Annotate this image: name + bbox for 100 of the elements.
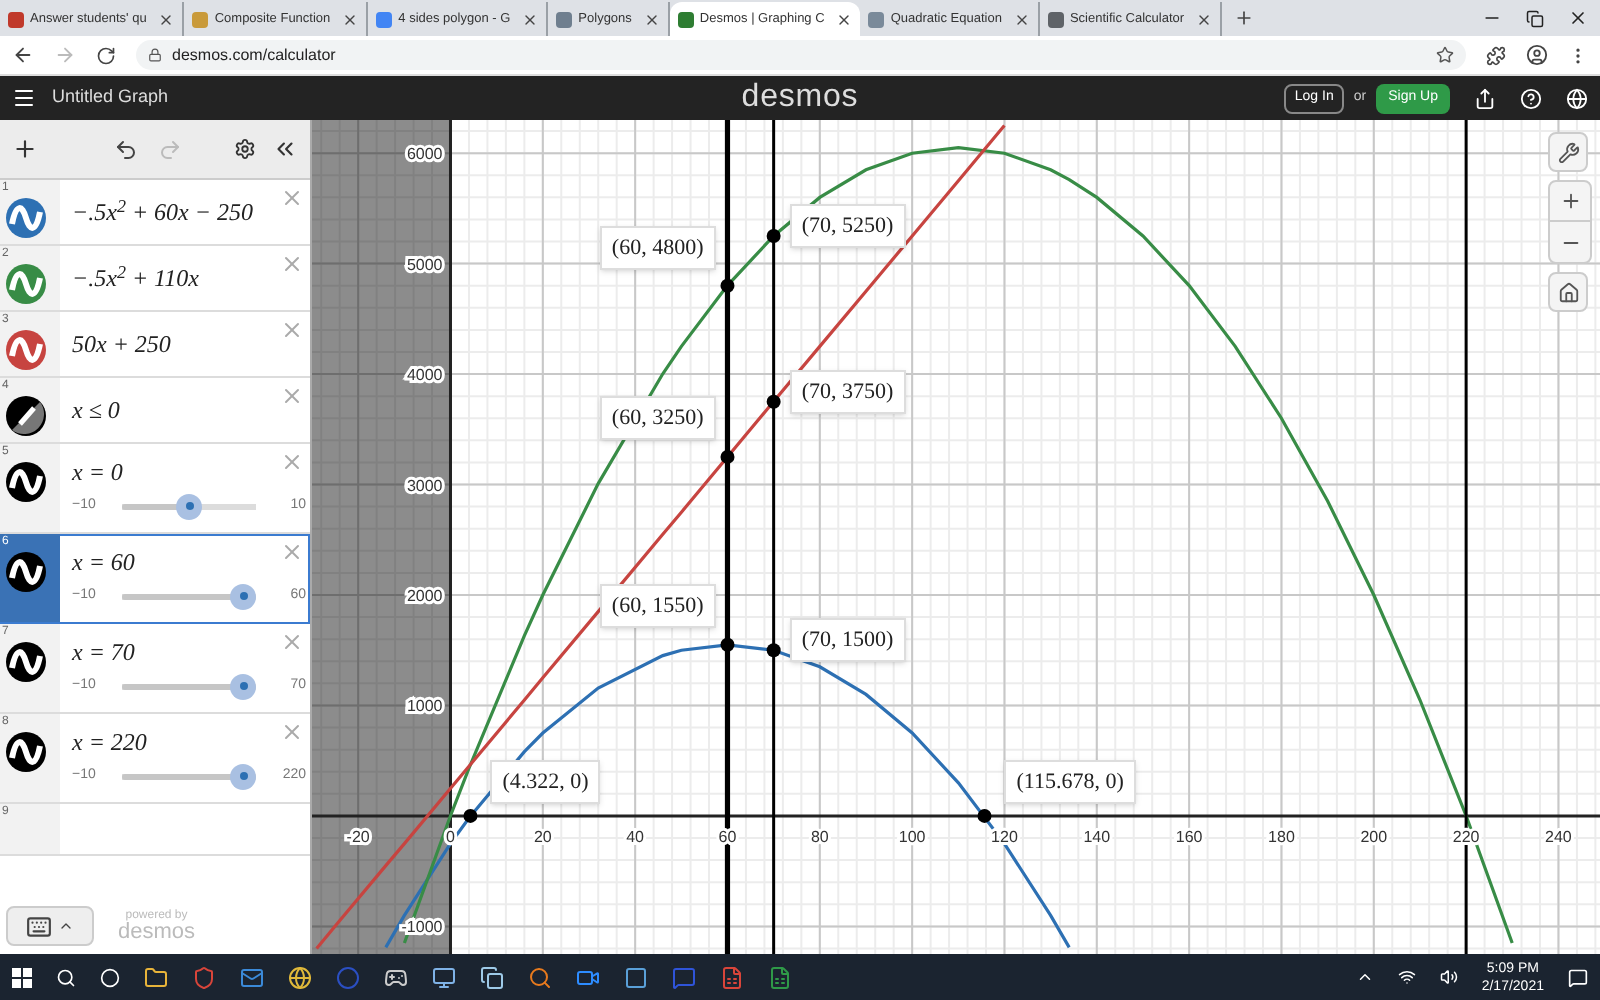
- close-icon[interactable]: [1196, 11, 1213, 27]
- point-marker[interactable]: [720, 637, 735, 652]
- undo-icon[interactable]: [114, 137, 138, 161]
- axis-tick-label: 140: [1083, 827, 1111, 846]
- copy-icon[interactable]: [480, 965, 504, 989]
- lock-icon: [148, 48, 162, 62]
- close-icon[interactable]: [522, 11, 539, 27]
- home-button[interactable]: [1548, 272, 1588, 312]
- keyboard-button[interactable]: [6, 906, 94, 946]
- close-icon[interactable]: [836, 11, 853, 27]
- expression-input[interactable]: x = 70: [72, 637, 135, 665]
- slider-thumb[interactable]: [230, 763, 256, 789]
- windows-logo-icon[interactable]: [12, 967, 32, 987]
- axis-tick-label: 240: [1545, 827, 1572, 846]
- close-icon[interactable]: [1568, 8, 1588, 28]
- point-marker[interactable]: [720, 278, 735, 293]
- volume-icon[interactable]: [1439, 968, 1458, 986]
- inequality-style-icon[interactable]: [4, 394, 48, 438]
- back-icon[interactable]: [12, 44, 34, 66]
- wave-style-icon[interactable]: [4, 550, 48, 594]
- search-icon[interactable]: [56, 967, 76, 987]
- task-view-icon[interactable]: [100, 967, 120, 987]
- axis-tick-label: 3000: [406, 476, 443, 495]
- shield-icon[interactable]: [192, 965, 216, 989]
- wave-style-icon[interactable]: [4, 730, 48, 774]
- axis-tick-label: 6000: [406, 145, 443, 164]
- profile-icon[interactable]: [1526, 44, 1548, 66]
- point-marker[interactable]: [766, 643, 781, 658]
- axis-tick-label: 4000: [406, 366, 443, 385]
- desmos-logo: desmos: [741, 78, 859, 118]
- axis-tick-label: 40: [626, 827, 645, 846]
- point-label: (60, 4800): [599, 225, 716, 270]
- address-bar[interactable]: desmos.com/calculator: [136, 40, 1466, 70]
- axis-tick-label: 100: [898, 827, 926, 846]
- globe-icon[interactable]: [288, 965, 312, 989]
- point-label: (4.322, 0): [490, 759, 601, 804]
- chevron-up-icon[interactable]: [1355, 968, 1374, 986]
- mail-icon[interactable]: [240, 965, 264, 989]
- point-label: (60, 1550): [599, 584, 716, 629]
- video-icon[interactable]: [576, 965, 600, 989]
- wrench-icon: [1557, 141, 1579, 163]
- monitor-icon[interactable]: [432, 965, 456, 989]
- help-icon[interactable]: [1520, 87, 1542, 109]
- point-marker[interactable]: [766, 394, 781, 409]
- home-icon: [1557, 281, 1579, 303]
- point-label: (115.678, 0): [1004, 759, 1136, 804]
- point-label: (70, 5250): [789, 203, 906, 248]
- point-marker[interactable]: [720, 449, 735, 464]
- extensions-icon[interactable]: [1486, 45, 1506, 65]
- plus-icon: [1559, 190, 1581, 212]
- point-marker[interactable]: [977, 808, 992, 823]
- slider-thumb[interactable]: [176, 493, 202, 519]
- restore-icon[interactable]: [1526, 10, 1544, 28]
- wave-style-icon[interactable]: [4, 460, 48, 504]
- message-icon[interactable]: [672, 965, 696, 989]
- point-marker[interactable]: [766, 229, 781, 243]
- axis-tick-label: -20: [346, 827, 370, 846]
- square-icon[interactable]: [624, 965, 648, 989]
- settings-icon[interactable]: [234, 138, 256, 160]
- axis-tick-label: 20: [533, 827, 552, 846]
- expression-input[interactable]: 50x + 250: [72, 330, 171, 358]
- axis-tick-label: 2000: [406, 587, 443, 605]
- settings-button[interactable]: [1548, 132, 1588, 172]
- wifi-icon[interactable]: [1397, 968, 1416, 986]
- slider-thumb[interactable]: [230, 673, 256, 699]
- graph-title[interactable]: Untitled Graph: [52, 84, 169, 112]
- axis-tick-label: 200: [1360, 827, 1388, 846]
- point-marker[interactable]: [463, 808, 478, 823]
- expression-input[interactable]: x = 0: [72, 457, 123, 485]
- new-tab-icon[interactable]: [1234, 8, 1255, 28]
- expression-input[interactable]: x ≤ 0: [72, 396, 120, 424]
- wave-style-icon[interactable]: [4, 640, 48, 684]
- expression-input[interactable]: x = 60: [72, 547, 135, 575]
- magnifier-icon[interactable]: [528, 965, 552, 989]
- folder-icon[interactable]: [144, 965, 168, 989]
- axis-tick-label: 160: [1175, 827, 1203, 846]
- url-text: desmos.com/calculator: [172, 43, 336, 67]
- expression-input[interactable]: −.5x$^{2}$ + 110x: [72, 264, 199, 292]
- close-icon[interactable]: [158, 11, 175, 27]
- expression-input[interactable]: x = 220: [72, 727, 147, 755]
- keyboard-icon: [26, 913, 52, 939]
- add-icon[interactable]: [12, 136, 38, 162]
- caret-icon: [58, 918, 74, 934]
- share-icon[interactable]: [1474, 87, 1496, 109]
- slider-thumb[interactable]: [230, 583, 256, 609]
- notifications-icon[interactable]: [1568, 967, 1588, 987]
- spreadsheet-icon[interactable]: [720, 965, 744, 989]
- gamepad-icon[interactable]: [384, 965, 408, 989]
- collapse-icon[interactable]: [272, 136, 298, 162]
- close-icon[interactable]: [643, 11, 660, 27]
- reload-icon[interactable]: [96, 45, 116, 65]
- expression-input[interactable]: −.5x$^{2}$ + 60x − 250: [72, 198, 253, 226]
- close-icon[interactable]: [1013, 11, 1030, 27]
- menu-icon[interactable]: [12, 86, 36, 110]
- spreadsheet-icon[interactable]: [768, 965, 792, 989]
- axis-tick-label: 5000: [406, 255, 443, 274]
- bookmark-icon[interactable]: [1436, 46, 1454, 64]
- axis-tick-label: 1000: [406, 697, 443, 716]
- close-icon[interactable]: [342, 11, 359, 27]
- point-label: (70, 3750): [789, 369, 906, 414]
